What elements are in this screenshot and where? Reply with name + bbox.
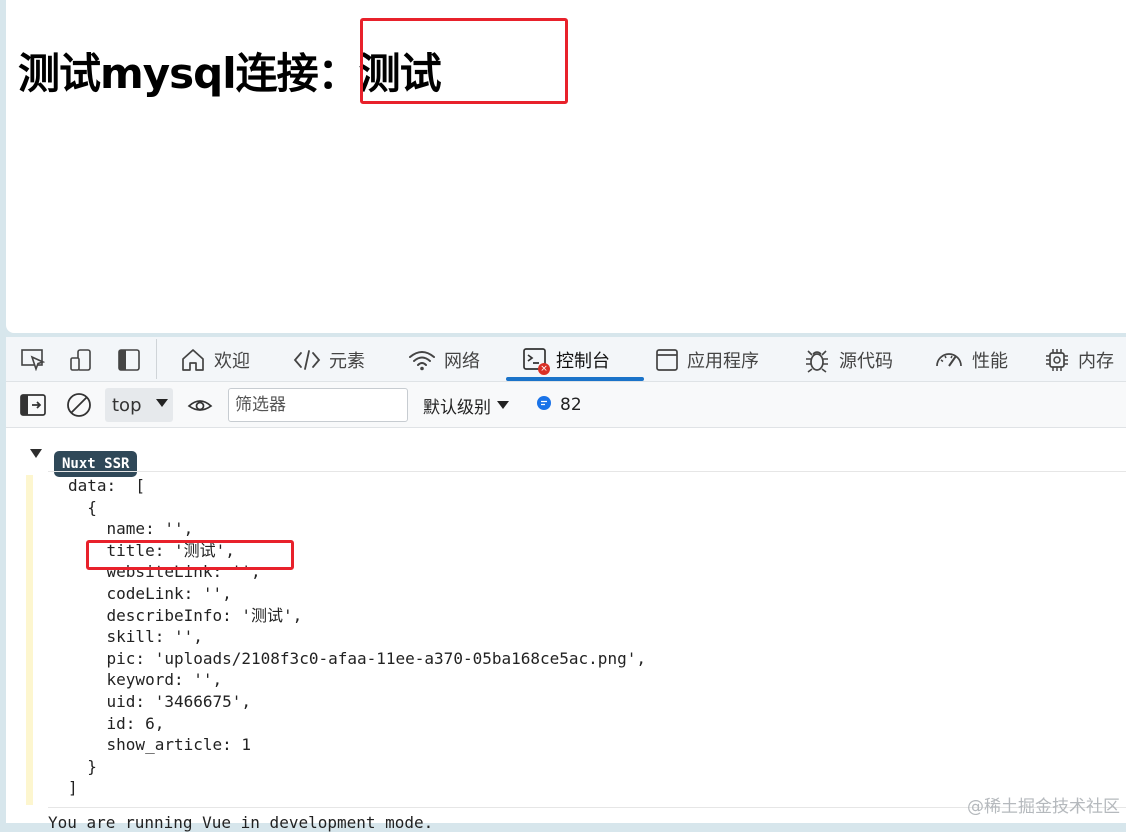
error-badge-icon: ×	[538, 363, 550, 375]
dropdown-arrow-icon	[156, 399, 168, 407]
home-icon	[180, 347, 206, 373]
code-line: id: 6,	[68, 713, 646, 735]
divider	[48, 807, 1126, 808]
gauge-icon	[934, 348, 964, 372]
message-count[interactable]: 82	[536, 390, 582, 420]
tab-label: 应用程序	[687, 347, 759, 373]
tab-label: 源代码	[839, 347, 893, 373]
bug-icon	[803, 346, 831, 374]
dock-side-icon[interactable]	[116, 347, 142, 373]
code-line: show_article: 1	[68, 734, 646, 756]
context-value: top	[112, 395, 142, 416]
tab-network[interactable]: 网络	[408, 337, 480, 382]
tab-label: 欢迎	[214, 347, 250, 373]
code-line: pic: 'uploads/2108f3c0-afaa-11ee-a370-05…	[68, 648, 646, 670]
group-indent-bar	[26, 475, 33, 805]
message-count-value: 82	[560, 395, 582, 415]
inspect-element-icon[interactable]	[20, 347, 46, 373]
live-expression-eye-icon[interactable]	[187, 392, 213, 418]
console-icon: ×	[522, 347, 548, 373]
app-window-icon	[655, 348, 679, 372]
nuxt-ssr-badge: Nuxt SSR	[54, 451, 137, 477]
expand-triangle-icon[interactable]	[30, 449, 42, 458]
code-brackets-icon	[293, 348, 321, 372]
divider	[48, 471, 1126, 472]
code-line: uid: '3466675',	[68, 691, 646, 713]
tab-elements[interactable]: 元素	[293, 337, 365, 382]
filter-input[interactable]	[228, 388, 408, 422]
chip-icon	[1044, 347, 1070, 373]
console-output: Nuxt SSR data: [ { name: '', title: '测试'…	[6, 429, 1126, 823]
code-line: name: '',	[68, 518, 646, 540]
console-group-header[interactable]: Nuxt SSR	[6, 439, 1126, 473]
sidebar-toggle-icon[interactable]	[20, 392, 46, 418]
tab-label: 控制台	[556, 347, 610, 373]
console-log-object[interactable]: data: [ { name: '', title: '测试', website…	[68, 475, 646, 799]
tab-performance[interactable]: 性能	[934, 337, 1008, 382]
tab-console[interactable]: × 控制台	[522, 337, 610, 382]
tab-label: 性能	[972, 347, 1008, 373]
highlight-box-heading	[360, 18, 568, 104]
log-level-select[interactable]: 默认级别	[423, 390, 509, 420]
log-level-value: 默认级别	[423, 393, 491, 418]
wifi-icon	[408, 348, 436, 372]
tab-label: 内存	[1078, 347, 1114, 373]
toolbar-separator	[156, 339, 157, 379]
console-toolbar: top 默认级别 82	[6, 382, 1126, 428]
clear-console-icon[interactable]	[66, 392, 92, 418]
active-tab-indicator	[506, 377, 644, 381]
devtools-panel: 欢迎 元素 网络 × 控制台 应用程序	[6, 337, 1126, 823]
code-line: skill: '',	[68, 626, 646, 648]
tab-welcome[interactable]: 欢迎	[180, 337, 250, 382]
tab-label: 网络	[444, 347, 480, 373]
code-line: data: [	[68, 475, 646, 497]
context-select[interactable]: top	[105, 388, 173, 422]
code-line: }	[68, 756, 646, 778]
highlight-box-title-line	[86, 540, 294, 570]
code-line: describeInfo: '测试',	[68, 605, 646, 627]
tab-sources[interactable]: 源代码	[803, 337, 893, 382]
devtools-tabbar: 欢迎 元素 网络 × 控制台 应用程序	[6, 337, 1126, 382]
device-toolbar-icon[interactable]	[68, 347, 94, 373]
code-line: keyword: '',	[68, 669, 646, 691]
code-line: ]	[68, 777, 646, 799]
tab-label: 元素	[329, 347, 365, 373]
tab-application[interactable]: 应用程序	[655, 337, 759, 382]
tab-memory[interactable]: 内存	[1044, 337, 1114, 382]
dropdown-arrow-icon	[497, 401, 509, 409]
watermark: @稀土掘金技术社区	[967, 792, 1120, 817]
message-bubble-icon	[536, 395, 552, 416]
code-line: {	[68, 497, 646, 519]
code-line: codeLink: '',	[68, 583, 646, 605]
